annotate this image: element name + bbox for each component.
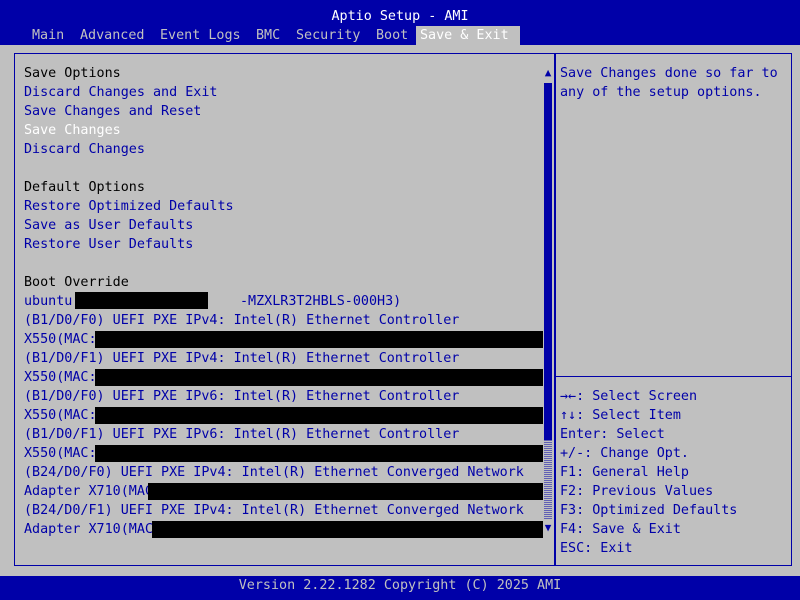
boot-item-pxe-5-adapter[interactable]: Adapter X710(MAC: [24, 482, 153, 501]
redaction-block: [95, 445, 543, 462]
help-description-line: any of the setup options.: [560, 85, 762, 100]
panel-divider: [554, 53, 556, 566]
boot-item-pxe-4-mac[interactable]: X550(MAC:: [24, 444, 97, 463]
menu-item-save-changes-reset[interactable]: Save Changes and Reset: [24, 102, 201, 121]
menu-item-save-changes[interactable]: Save Changes: [24, 121, 121, 140]
scroll-up-arrow-icon[interactable]: ▲: [542, 67, 554, 79]
redaction-block: [148, 483, 543, 500]
boot-item-ubuntu-suffix[interactable]: -MZXLR3T2HBLS-000H3): [240, 292, 401, 311]
section-header-save-options: Save Options: [24, 66, 121, 81]
key-help-select-screen: →←: Select Screen: [560, 389, 698, 404]
key-help-esc: ESC: Exit: [560, 541, 633, 556]
redaction-block: [95, 331, 543, 348]
help-description-line: Save Changes done so far to: [560, 66, 778, 81]
menu-item-save-user-defaults[interactable]: Save as User Defaults: [24, 216, 193, 235]
boot-item-pxe-6[interactable]: (B24/D0/F1) UEFI PXE IPv4: Intel(R) Ethe…: [24, 501, 524, 520]
tab-bmc[interactable]: BMC: [252, 26, 284, 45]
redaction-block: [95, 407, 543, 424]
key-help-f3: F3: Optimized Defaults: [560, 503, 738, 518]
redaction-block: [152, 521, 543, 538]
tab-boot[interactable]: Boot: [372, 26, 412, 45]
key-help-f1: F1: General Help: [560, 465, 689, 480]
redaction-block: [75, 292, 208, 309]
redaction-block: [95, 369, 543, 386]
boot-item-pxe-4[interactable]: (B1/D0/F1) UEFI PXE IPv6: Intel(R) Ether…: [24, 425, 459, 444]
section-header-default-options: Default Options: [24, 180, 145, 195]
boot-item-pxe-2[interactable]: (B1/D0/F1) UEFI PXE IPv4: Intel(R) Ether…: [24, 349, 459, 368]
key-help-enter: Enter: Select: [560, 427, 665, 442]
key-help-change-opt: +/-: Change Opt.: [560, 446, 689, 461]
tab-security[interactable]: Security: [292, 26, 365, 45]
section-header-boot-override: Boot Override: [24, 275, 129, 290]
key-help-select-item: ↑↓: Select Item: [560, 408, 681, 423]
tab-event-logs[interactable]: Event Logs: [156, 26, 245, 45]
boot-item-pxe-6-adapter[interactable]: Adapter X710(MAC: [24, 520, 153, 539]
scrollbar-remainder: [544, 440, 552, 519]
version-footer: Version 2.22.1282 Copyright (C) 2025 AMI: [0, 576, 800, 600]
tab-main[interactable]: Main: [28, 26, 68, 45]
boot-item-pxe-1-mac[interactable]: X550(MAC:: [24, 330, 97, 349]
key-help-f4: F4: Save & Exit: [560, 522, 681, 537]
boot-item-pxe-2-mac[interactable]: X550(MAC:: [24, 368, 97, 387]
tab-save-exit[interactable]: Save & Exit: [416, 26, 520, 45]
boot-item-ubuntu[interactable]: ubuntu: [24, 292, 72, 311]
scrollbar-thumb[interactable]: [544, 83, 552, 440]
help-separator: [556, 376, 792, 377]
boot-item-pxe-3[interactable]: (B1/D0/F0) UEFI PXE IPv6: Intel(R) Ether…: [24, 387, 459, 406]
title-bar: Aptio Setup - AMI Main Advanced Event Lo…: [0, 0, 800, 45]
tab-advanced[interactable]: Advanced: [76, 26, 149, 45]
menu-item-restore-optimized-defaults[interactable]: Restore Optimized Defaults: [24, 197, 234, 216]
boot-item-pxe-3-mac[interactable]: X550(MAC:: [24, 406, 97, 425]
menu-item-discard-changes[interactable]: Discard Changes: [24, 140, 145, 159]
scroll-down-arrow-icon[interactable]: ▼: [542, 522, 554, 534]
boot-item-pxe-1[interactable]: (B1/D0/F0) UEFI PXE IPv4: Intel(R) Ether…: [24, 311, 459, 330]
menu-item-discard-changes-exit[interactable]: Discard Changes and Exit: [24, 83, 217, 102]
menu-item-restore-user-defaults[interactable]: Restore User Defaults: [24, 235, 193, 254]
boot-item-pxe-5[interactable]: (B24/D0/F0) UEFI PXE IPv4: Intel(R) Ethe…: [24, 463, 524, 482]
app-title: Aptio Setup - AMI: [331, 9, 469, 24]
key-help-f2: F2: Previous Values: [560, 484, 714, 499]
